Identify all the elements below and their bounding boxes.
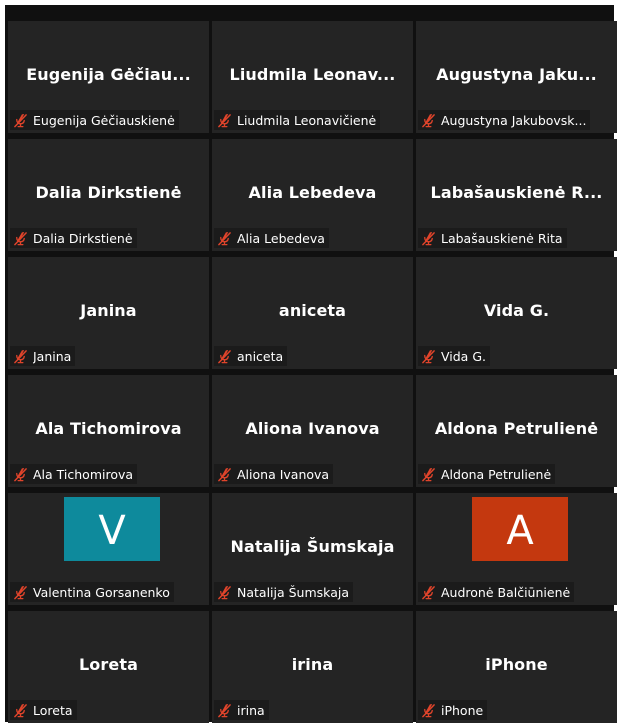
participant-grid: Eugenija Gėčiau... Eugenija Gėčiauskienė L… [5, 5, 617, 723]
participant-display-name: irina [291, 655, 334, 674]
participant-name-label: Eugenija Gėčiauskienė [10, 110, 179, 130]
participant-display-name: iPhone [485, 655, 548, 674]
participant-name-label: Janina [10, 346, 76, 366]
participant-label-text: Eugenija Gėčiauskienė [33, 112, 175, 128]
microphone-muted-icon [217, 703, 232, 718]
participant-display-name: Aldona Petrulienė [434, 419, 599, 438]
participant-display-name: Augustyna Jaku... [436, 65, 597, 84]
participant-label-text: Aliona Ivanova [237, 466, 330, 482]
participant-label-text: Augustyna Jakubovsk... [441, 112, 587, 128]
participant-name-label: Loreta [10, 700, 77, 720]
participant-name-label: Dalia Dirkstienė [10, 228, 137, 248]
microphone-muted-icon [13, 703, 28, 718]
participant-name-label: Ala Tichomirova [10, 464, 138, 484]
participant-tile[interactable]: Loreta Loreta [8, 611, 209, 723]
participant-tile[interactable]: Aldona Petrulienė Aldona Petrulienė [416, 375, 617, 487]
participant-label-text: Ala Tichomirova [33, 466, 134, 482]
participant-tile[interactable]: Dalia Dirkstienė Dalia Dirkstienė [8, 139, 209, 251]
participant-tile[interactable]: Labašauskienė R... Labašauskienė Rita [416, 139, 617, 251]
participant-display-name: Dalia Dirkstienė [35, 183, 182, 202]
participant-name-label: Augustyna Jakubovsk... [418, 110, 591, 130]
participant-display-name: Ala Tichomirova [35, 419, 182, 438]
participant-name-label: Aliona Ivanova [214, 464, 334, 484]
participant-display-name: Eugenija Gėčiau... [26, 65, 191, 84]
participant-name-label: Labašauskienė Rita [418, 228, 567, 248]
participant-tile[interactable]: Aliona Ivanova Aliona Ivanova [212, 375, 413, 487]
participant-tile[interactable]: Vida G. Vida G. [416, 257, 617, 369]
participant-label-text: Janina [33, 348, 72, 364]
participant-tile[interactable]: Janina Janina [8, 257, 209, 369]
microphone-muted-icon [13, 467, 28, 482]
participant-label-text: aniceta [237, 348, 284, 364]
participant-avatar: V [64, 497, 160, 561]
participant-name-label: Alia Lebedeva [214, 228, 329, 248]
participant-display-name: Janina [80, 301, 137, 320]
participant-display-name: Alia Lebedeva [248, 183, 377, 202]
participant-name-label: Vida G. [418, 346, 490, 366]
participant-label-text: Dalia Dirkstienė [33, 230, 133, 246]
participant-label-text: Audronė Balčiūnienė [441, 584, 571, 600]
microphone-muted-icon [217, 467, 232, 482]
participant-display-name: Loreta [79, 655, 138, 674]
participant-label-text: Loreta [33, 702, 73, 718]
participant-label-text: Alia Lebedeva [237, 230, 325, 246]
microphone-muted-icon [421, 349, 436, 364]
participant-display-name: Aliona Ivanova [245, 419, 380, 438]
microphone-muted-icon [421, 703, 436, 718]
participant-label-text: irina [237, 702, 265, 718]
microphone-muted-icon [217, 349, 232, 364]
participant-display-name: Vida G. [483, 301, 550, 320]
microphone-muted-icon [13, 113, 28, 128]
participant-display-name: Liudmila Leonav... [229, 65, 396, 84]
participant-tile[interactable]: A Audronė Balčiūnienė [416, 493, 617, 605]
participant-name-label: Audronė Balčiūnienė [418, 582, 575, 602]
participant-label-text: Liudmila Leonavičienė [237, 112, 377, 128]
participant-avatar: A [472, 497, 568, 561]
microphone-muted-icon [421, 467, 436, 482]
microphone-muted-icon [13, 231, 28, 246]
participant-label-text: iPhone [441, 702, 484, 718]
microphone-muted-icon [421, 231, 436, 246]
participant-tile[interactable]: V Valentina Gorsanenko [8, 493, 209, 605]
participant-label-text: Vida G. [441, 348, 486, 364]
microphone-muted-icon [421, 585, 436, 600]
participant-name-label: Aldona Petrulienė [418, 464, 556, 484]
participant-tile[interactable]: aniceta aniceta [212, 257, 413, 369]
video-gallery: Eugenija Gėčiau... Eugenija Gėčiauskienė L… [5, 5, 617, 723]
participant-name-label: Natalija Šumskaja [214, 582, 353, 602]
microphone-muted-icon [13, 349, 28, 364]
microphone-muted-icon [217, 585, 232, 600]
participant-name-label: irina [214, 700, 269, 720]
participant-label-text: Natalija Šumskaja [237, 584, 349, 600]
participant-tile[interactable]: Eugenija Gėčiau... Eugenija Gėčiauskienė [8, 21, 209, 133]
microphone-muted-icon [217, 113, 232, 128]
participant-label-text: Labašauskienė Rita [441, 230, 563, 246]
participant-display-name: Natalija Šumskaja [230, 537, 395, 556]
participant-tile[interactable]: Ala Tichomirova Ala Tichomirova [8, 375, 209, 487]
microphone-muted-icon [13, 585, 28, 600]
participant-tile[interactable]: Alia Lebedeva Alia Lebedeva [212, 139, 413, 251]
participant-tile[interactable]: Liudmila Leonav... Liudmila Leonavičienė [212, 21, 413, 133]
microphone-muted-icon [421, 113, 436, 128]
participant-display-name: Labašauskienė R... [430, 183, 603, 202]
participant-name-label: Valentina Gorsanenko [10, 582, 174, 602]
microphone-muted-icon [217, 231, 232, 246]
participant-display-name: aniceta [278, 301, 347, 320]
participant-tile[interactable]: iPhone iPhone [416, 611, 617, 723]
participant-tile[interactable]: Augustyna Jaku... Augustyna Jakubovsk... [416, 21, 617, 133]
participant-label-text: Aldona Petrulienė [441, 466, 552, 482]
participant-name-label: aniceta [214, 346, 288, 366]
participant-name-label: iPhone [418, 700, 488, 720]
participant-name-label: Liudmila Leonavičienė [214, 110, 381, 130]
participant-tile[interactable]: irina irina [212, 611, 413, 723]
participant-tile[interactable]: Natalija Šumskaja Natalija Šumskaja [212, 493, 413, 605]
participant-label-text: Valentina Gorsanenko [33, 584, 170, 600]
